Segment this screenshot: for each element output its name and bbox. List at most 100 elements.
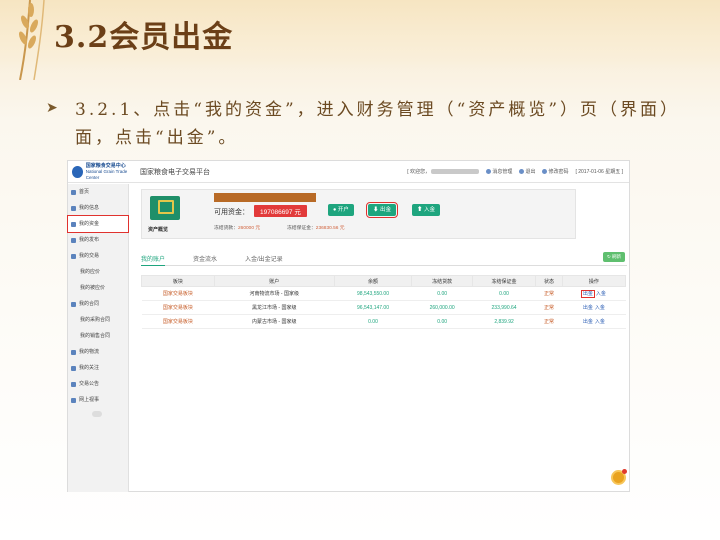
table-header-row: 板块 账户 余额 冻结货款 冻结保证金 状态 操作 [141,275,627,287]
blurred-username [431,169,480,175]
app-screenshot: 国家粮食交易中心 National Grain Trade Center 国家粮… [67,160,630,492]
home-icon [71,189,76,195]
bullet-arrow-icon: ➤ [46,100,58,116]
frozen-margin: 冻结保证金：236830.56 元 [287,224,345,231]
sidebar-item-trade[interactable]: 我的交易 [68,248,128,264]
logo-sub: National Grain Trade Center [85,168,128,180]
withdraw-button[interactable]: ⬇ 出金 [365,202,399,218]
col-header-actions: 操作 [561,275,627,287]
sidebar-item-my-bids[interactable]: 我的应价 [68,264,128,280]
available-funds-value: 197086697 元 [254,205,307,217]
sidebar-item-home[interactable]: 首页 [68,184,128,200]
cell-actions: 出金 入金 [562,286,626,301]
sidebar-item-sales-contracts[interactable]: 我的销售合同 [68,328,128,344]
cell-account: 黑龙江市场 - 国家级 [214,300,335,315]
change-password-link[interactable]: 修改密码 [542,168,568,175]
sidebar-item-online-view[interactable]: 网上视事 [68,392,128,408]
date-text: [ 2017-01-06 星期五 ] [575,169,623,175]
cell-account: 河南物流市场 - 国家级 [214,286,335,301]
slide-title: 3.2会员出金 [54,20,234,55]
frozen-goods-value: 260000 元 [238,226,261,231]
table-row: 国家交易板块 黑龙江市场 - 国家级 96,543,147.00 260,000… [141,300,626,315]
sidebar-item-publish[interactable]: 我的发布 [68,232,128,248]
cell-actions: 出金 入金 [562,300,626,315]
cell-actions: 出金 入金 [562,314,626,329]
cell-block: 国家交易板块 [141,314,215,329]
sidebar-item-announcements[interactable]: 交易公告 [68,376,128,392]
col-header-frozen-goods: 冻结货款 [411,275,473,287]
power-icon [519,169,525,175]
mail-icon [486,169,492,175]
row-deposit-link[interactable]: 入金 [595,305,605,311]
frozen-goods: 冻结货款：260000 元 [214,224,260,231]
asset-summary-panel: 资产概览 可用资金： 197086697 元 ● 开户 ⬇ 出金 ⬆ 入金 冻结… [141,189,576,239]
user-icon [71,205,76,211]
frozen-goods-label: 冻结货款： [214,226,238,231]
cell-balance: 0.00 [334,314,412,329]
main-content: 资产概览 可用资金： 197086697 元 ● 开户 ⬇ 出金 ⬆ 入金 冻结… [131,184,629,492]
platform-title: 国家粮食电子交易平台 [140,168,210,176]
cell-block: 国家交易板块 [141,300,215,315]
app-topbar: 国家粮食交易中心 National Grain Trade Center 国家粮… [68,161,629,183]
tab-fund-flow[interactable]: 资金流水 [193,254,217,263]
cell-block: 国家交易板块 [141,286,215,301]
sidebar-item-purchase-contracts[interactable]: 我的采购合同 [68,312,128,328]
account-table: 板块 账户 余额 冻结货款 冻结保证金 状态 操作 国家交易板块 河南物流市场 … [141,275,627,329]
table-row: 国家交易板块 河南物流市场 - 国家级 98,543,550.00 0.00 0… [141,286,626,301]
wheat-icon [18,0,45,80]
cell-frozen-margin: 0.00 [472,286,536,301]
cell-balance: 96,543,147.00 [334,300,412,315]
bullet-text: 3.2.1、点击“我的资金”，进入财务管理（“资产概览”）页（界面）面，点击“出… [75,100,672,148]
truck-icon [71,349,76,355]
frozen-margin-value: 236830.56 元 [315,226,345,231]
sidebar-item-received-bids[interactable]: 我的被应价 [68,280,128,296]
sidebar-item-logistics[interactable]: 我的物流 [68,344,128,360]
row-withdraw-link[interactable]: 出金 [580,290,595,298]
sidebar-item-funds[interactable]: 我的资金 [67,215,129,233]
frozen-margin-label: 冻结保证金： [287,226,316,231]
contract-icon [71,301,76,307]
col-header-account: 账户 [213,275,335,287]
sidebar-item-info[interactable]: 我的信息 [68,200,128,216]
settings-gear-icon[interactable] [611,469,627,485]
lock-icon [542,169,548,175]
heart-icon [71,365,76,371]
top-right-bar: [ 欢迎您， 消息管理 退出 修改密码 [ 2017-01-06 星期五 ] [407,168,623,175]
message-link[interactable]: 消息管理 [486,168,512,175]
account-tabs: 我的账户 资金流水 入金/出金记录 ↻ 刷新 [141,252,627,266]
app-logo[interactable]: 国家粮食交易中心 National Grain Trade Center [68,163,136,181]
row-withdraw-link[interactable]: 出金 [583,319,593,325]
welcome-text: [ 欢迎您， [407,169,431,175]
megaphone-icon [71,381,76,387]
cell-balance: 98,543,550.00 [334,286,412,301]
available-funds-label: 可用资金： [214,209,249,216]
sidebar-collapse-button[interactable] [92,411,102,417]
refresh-button[interactable]: ↻ 刷新 [602,252,625,262]
col-header-block: 板块 [141,275,215,287]
sidebar-item-contracts[interactable]: 我的合同 [68,296,128,312]
cell-frozen-margin: 2,839.92 [472,314,536,329]
sidebar-item-follow[interactable]: 我的关注 [68,360,128,376]
cell-status: 正常 [535,286,563,301]
cell-status: 正常 [535,314,563,329]
cell-status: 正常 [535,300,563,315]
deposit-button[interactable]: ⬆ 入金 [412,204,441,216]
row-deposit-link[interactable]: 入金 [596,291,606,297]
tab-deposit-withdraw-records[interactable]: 入金/出金记录 [245,254,283,263]
publish-icon [71,237,76,243]
cell-account: 内蒙古市场 - 国家级 [214,314,335,329]
col-header-status: 状态 [535,275,563,287]
open-account-button[interactable]: ● 开户 [328,204,354,216]
cell-frozen-goods: 0.00 [411,314,473,329]
eye-icon [71,397,76,403]
account-name-redacted [214,193,316,202]
row-deposit-link[interactable]: 入金 [595,319,605,325]
logo-icon [72,165,83,178]
col-header-balance: 余额 [333,275,413,287]
logout-link[interactable]: 退出 [519,168,535,175]
row-withdraw-link[interactable]: 出金 [583,305,593,311]
table-row: 国家交易板块 内蒙古市场 - 国家级 0.00 0.00 2,839.92 正常… [141,314,626,329]
cell-frozen-goods: 260,000.00 [411,300,473,315]
tab-my-account[interactable]: 我的账户 [141,254,166,266]
sidebar: 首页 我的信息 我的资金 我的发布 我的交易 我的应价 我的被应价 我的合同 我… [67,184,129,492]
